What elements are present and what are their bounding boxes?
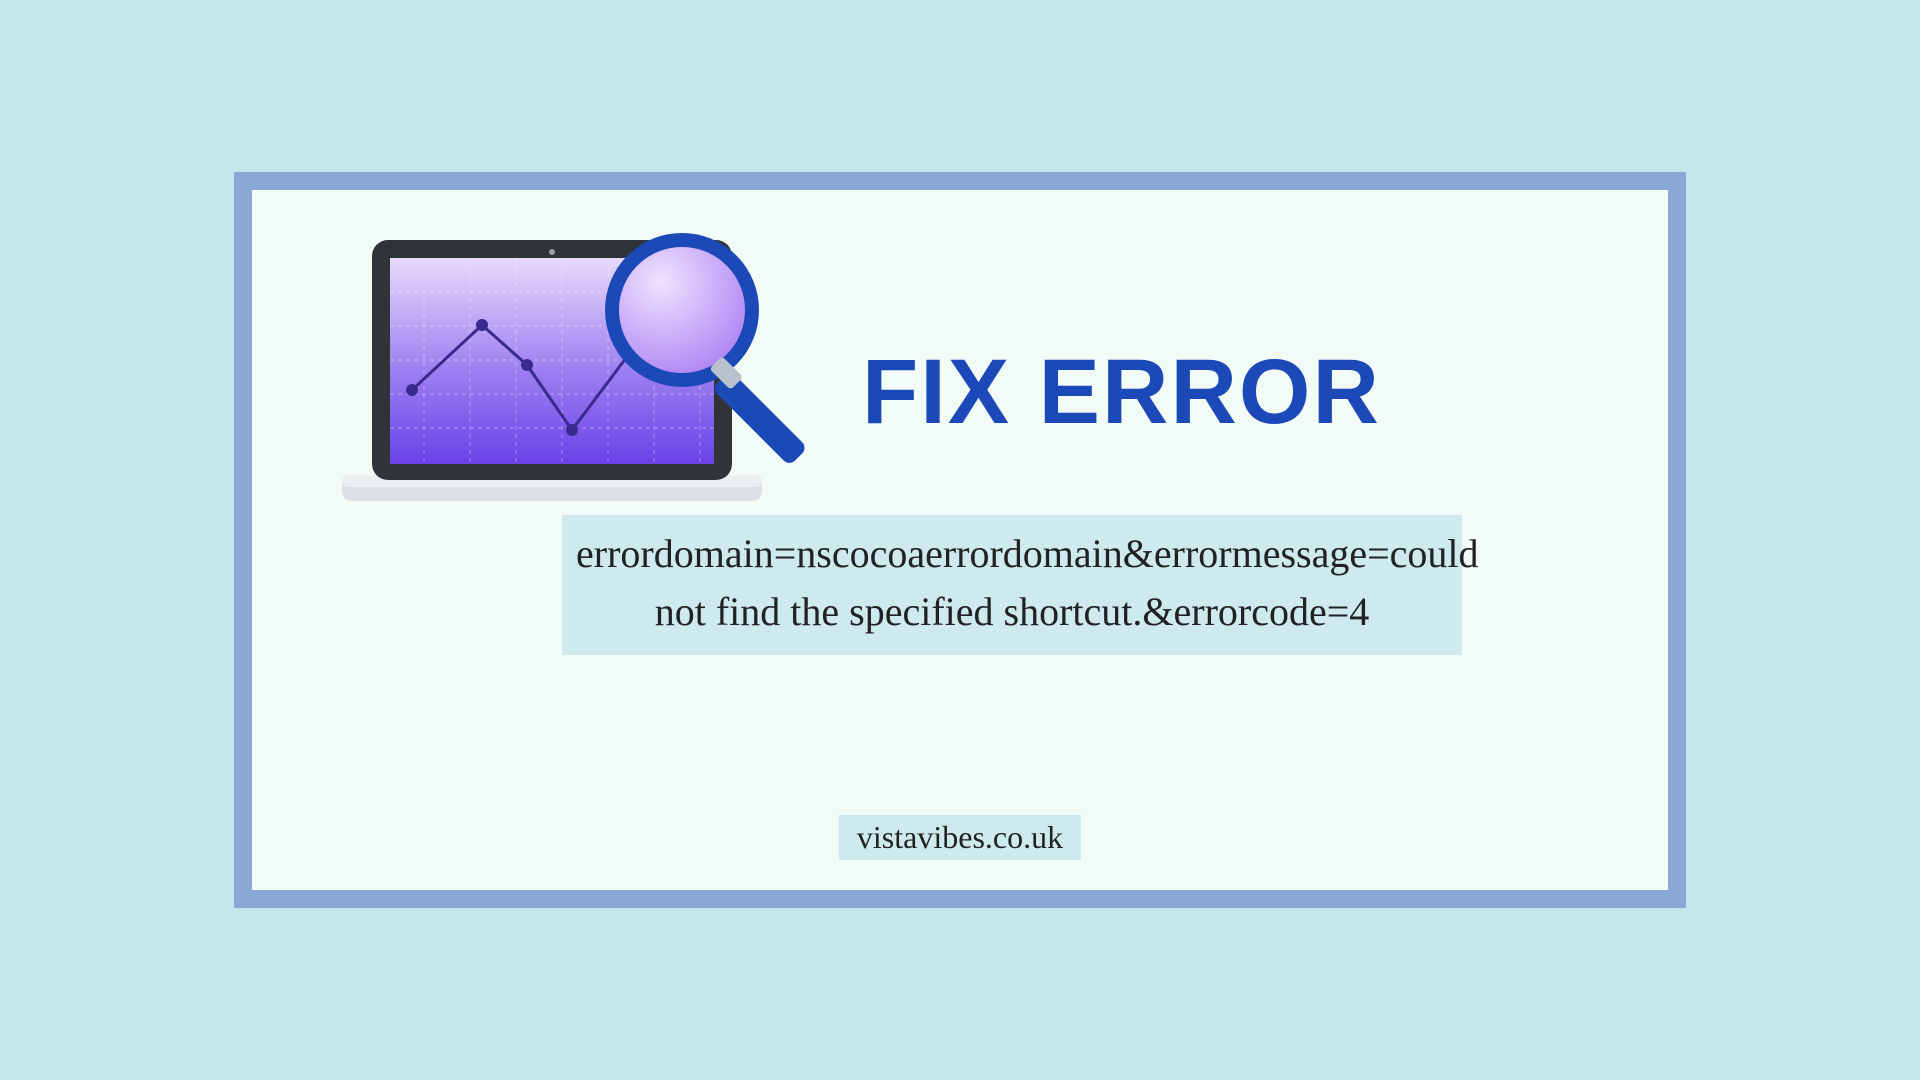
site-label: vistavibes.co.uk <box>839 815 1081 860</box>
error-text: errordomain=nscocoaerrordomain&errormess… <box>562 515 1462 655</box>
laptop-magnifier-icon <box>312 230 832 530</box>
heading: FIX ERROR <box>862 340 1381 445</box>
framed-panel: FIX ERROR errordomain=nscocoaerrordomain… <box>234 172 1686 908</box>
card: FIX ERROR errordomain=nscocoaerrordomain… <box>192 132 1728 948</box>
